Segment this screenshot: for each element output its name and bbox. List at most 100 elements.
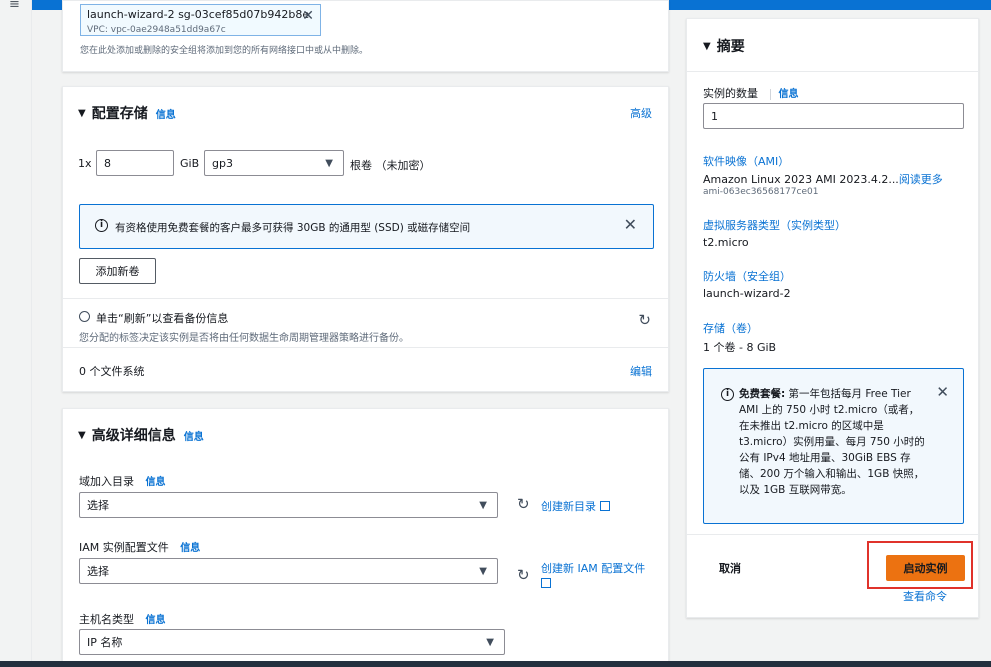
domain-join-value: 选择 bbox=[87, 499, 109, 512]
refresh-iam-icon[interactable]: ↻ bbox=[517, 566, 530, 584]
collapse-caret-icon: ▼ bbox=[78, 429, 86, 441]
free-tier-bold-label: 免费套餐: bbox=[739, 388, 786, 400]
domain-join-label-row: 域加入目录 信息 bbox=[79, 473, 166, 489]
filesystems-edit-link[interactable]: 编辑 bbox=[630, 363, 652, 379]
iam-profile-label: IAM 实例配置文件 bbox=[79, 541, 169, 554]
bottom-bar bbox=[0, 661, 991, 667]
advanced-details-panel: ▼ 高级详细信息 信息 域加入目录 信息 选择 ▼ ↻ 创建新目录 IAM 实例… bbox=[62, 408, 669, 667]
left-rail: ≡ bbox=[0, 0, 32, 661]
firewall-label-link[interactable]: 防火墙（安全组） bbox=[703, 268, 791, 284]
create-directory-label: 创建新目录 bbox=[541, 500, 596, 513]
close-alert-icon[interactable]: ✕ bbox=[624, 215, 637, 234]
collapse-caret-icon: ▼ bbox=[703, 40, 711, 52]
backup-info-subtext: 您分配的标签决定该实例是否将由任何数据生命周期管理器策略进行备份。 bbox=[79, 333, 409, 344]
firewall-value: launch-wizard-2 bbox=[703, 287, 791, 300]
menu-icon[interactable]: ≡ bbox=[9, 0, 20, 11]
network-settings-panel: launch-wizard-2 sg-03cef85d07b942b8e VPC… bbox=[62, 0, 669, 72]
storage-alert-text: 有资格使用免费套餐的客户最多可获得 30GB 的通用型 (SSD) 或磁存储空间 bbox=[115, 222, 471, 234]
ami-label-link[interactable]: 软件映像（AMI） bbox=[703, 153, 789, 169]
storage-label-link[interactable]: 存储（卷） bbox=[703, 320, 758, 336]
storage-title: 配置存储 bbox=[91, 106, 148, 122]
volume-type-value: gp3 bbox=[212, 156, 233, 170]
summary-divider-top bbox=[687, 71, 978, 72]
storage-divider-1 bbox=[63, 298, 668, 299]
domain-join-info-link[interactable]: 信息 bbox=[146, 477, 166, 488]
storage-advanced-link[interactable]: 高级 bbox=[630, 105, 652, 121]
collapse-caret-icon: ▼ bbox=[78, 107, 86, 119]
remove-security-group-icon[interactable]: ✕ bbox=[302, 8, 314, 24]
hostname-info-link[interactable]: 信息 bbox=[146, 615, 166, 626]
root-volume-label: 根卷 （未加密） bbox=[350, 159, 431, 172]
instance-type-label-link[interactable]: 虚拟服务器类型（实例类型） bbox=[703, 217, 846, 233]
storage-header[interactable]: ▼ 配置存储 信息 bbox=[78, 103, 176, 123]
volume-count-prefix: 1x bbox=[78, 157, 92, 170]
dropdown-arrow-icon: ▼ bbox=[479, 499, 487, 511]
advanced-header[interactable]: ▼ 高级详细信息 信息 bbox=[78, 425, 204, 445]
refresh-directory-icon[interactable]: ↻ bbox=[517, 495, 530, 513]
domain-join-select[interactable]: 选择 ▼ bbox=[79, 492, 498, 518]
summary-divider-bottom bbox=[687, 534, 978, 535]
ami-read-more-link[interactable]: 阅读更多 bbox=[899, 173, 943, 186]
hostname-label-row: 主机名类型 信息 bbox=[79, 611, 166, 627]
iam-profile-value: 选择 bbox=[87, 565, 109, 578]
domain-join-label: 域加入目录 bbox=[79, 475, 134, 488]
storage-info-link[interactable]: 信息 bbox=[156, 106, 176, 121]
close-free-tier-icon[interactable]: ✕ bbox=[936, 383, 949, 401]
summary-title: 摘要 bbox=[716, 39, 745, 55]
launch-instance-label: 启动实例 bbox=[903, 562, 948, 575]
security-group-help: 您在此处添加或删除的安全组将添加到您的所有网络接口中或从中删除。 bbox=[80, 46, 369, 56]
free-tier-alert: i 免费套餐: 第一年包括每月 Free Tier AMI 上的 750 小时 … bbox=[703, 368, 964, 524]
volume-size-value: 8 bbox=[104, 156, 111, 170]
storage-divider-2 bbox=[63, 347, 668, 348]
iam-info-link[interactable]: 信息 bbox=[180, 543, 200, 554]
view-commands-link[interactable]: 查看命令 bbox=[903, 588, 947, 604]
security-group-name: launch-wizard-2 sg-03cef85d07b942b8e bbox=[87, 8, 310, 21]
iam-label-row: IAM 实例配置文件 信息 bbox=[79, 539, 200, 555]
summary-panel: ▼ 摘要 实例的数量 信息 1 软件映像（AMI） Amazon Linux 2… bbox=[686, 18, 979, 618]
instance-type-value: t2.micro bbox=[703, 236, 749, 249]
ami-id: ami-063ec36568177ce01 bbox=[703, 187, 819, 197]
volume-size-input[interactable]: 8 bbox=[96, 150, 174, 176]
free-tier-description: 第一年包括每月 Free Tier AMI 上的 750 小时 t2.micro… bbox=[739, 388, 925, 496]
instance-count-value: 1 bbox=[711, 109, 718, 123]
free-tier-storage-alert: i 有资格使用免费套餐的客户最多可获得 30GB 的通用型 (SSD) 或磁存储… bbox=[79, 204, 654, 249]
filesystems-count: 0 个文件系统 bbox=[79, 365, 145, 378]
advanced-info-link[interactable]: 信息 bbox=[184, 428, 204, 443]
add-volume-button[interactable]: 添加新卷 bbox=[79, 258, 156, 284]
info-circle-icon: i bbox=[721, 388, 734, 401]
hostname-type-select[interactable]: IP 名称 ▼ bbox=[79, 629, 505, 655]
refresh-backup-icon[interactable]: ↻ bbox=[638, 311, 651, 329]
external-link-icon bbox=[541, 578, 551, 588]
volume-type-select[interactable]: gp3 ▼ bbox=[204, 150, 344, 176]
dropdown-arrow-icon: ▼ bbox=[325, 157, 333, 169]
iam-profile-select[interactable]: 选择 ▼ bbox=[79, 558, 498, 584]
hostname-type-value: IP 名称 bbox=[87, 636, 123, 649]
summary-header[interactable]: ▼ 摘要 bbox=[703, 36, 745, 56]
clock-icon bbox=[79, 311, 90, 322]
backup-info-text: 单击“刷新”以查看备份信息 bbox=[96, 312, 229, 325]
volume-size-unit: GiB bbox=[180, 157, 200, 170]
launch-instance-button[interactable]: 启动实例 bbox=[886, 555, 965, 581]
instance-count-info-link[interactable]: 信息 bbox=[769, 89, 799, 100]
cancel-button[interactable]: 取消 bbox=[719, 560, 741, 576]
ami-value: Amazon Linux 2023 AMI 2023.4.2... bbox=[703, 173, 899, 186]
storage-value: 1 个卷 - 8 GiB bbox=[703, 341, 777, 354]
security-group-chip: launch-wizard-2 sg-03cef85d07b942b8e VPC… bbox=[80, 4, 321, 36]
create-directory-link[interactable]: 创建新目录 bbox=[541, 498, 610, 514]
instance-count-label-row: 实例的数量 信息 bbox=[703, 85, 799, 101]
free-tier-text: 免费套餐: 第一年包括每月 Free Tier AMI 上的 750 小时 t2… bbox=[739, 386, 929, 498]
dropdown-arrow-icon: ▼ bbox=[486, 636, 494, 648]
create-iam-label: 创建新 IAM 配置文件 bbox=[541, 562, 646, 575]
ami-value-row: Amazon Linux 2023 AMI 2023.4.2...阅读更多 bbox=[703, 171, 943, 187]
storage-panel: ▼ 配置存储 信息 高级 1x 8 GiB gp3 ▼ 根卷 （未加密） i 有… bbox=[62, 86, 669, 392]
security-group-vpc: VPC: vpc-0ae2948a51dd9a67c bbox=[87, 25, 226, 35]
info-circle-icon: i bbox=[95, 219, 108, 232]
instance-count-label: 实例的数量 bbox=[703, 87, 758, 100]
external-link-icon bbox=[600, 501, 610, 511]
create-iam-profile-link[interactable]: 创建新 IAM 配置文件 bbox=[541, 561, 656, 591]
instance-count-input[interactable]: 1 bbox=[703, 103, 964, 129]
add-volume-label: 添加新卷 bbox=[95, 265, 140, 278]
advanced-title: 高级详细信息 bbox=[91, 428, 176, 444]
dropdown-arrow-icon: ▼ bbox=[479, 565, 487, 577]
hostname-type-label: 主机名类型 bbox=[79, 613, 134, 626]
